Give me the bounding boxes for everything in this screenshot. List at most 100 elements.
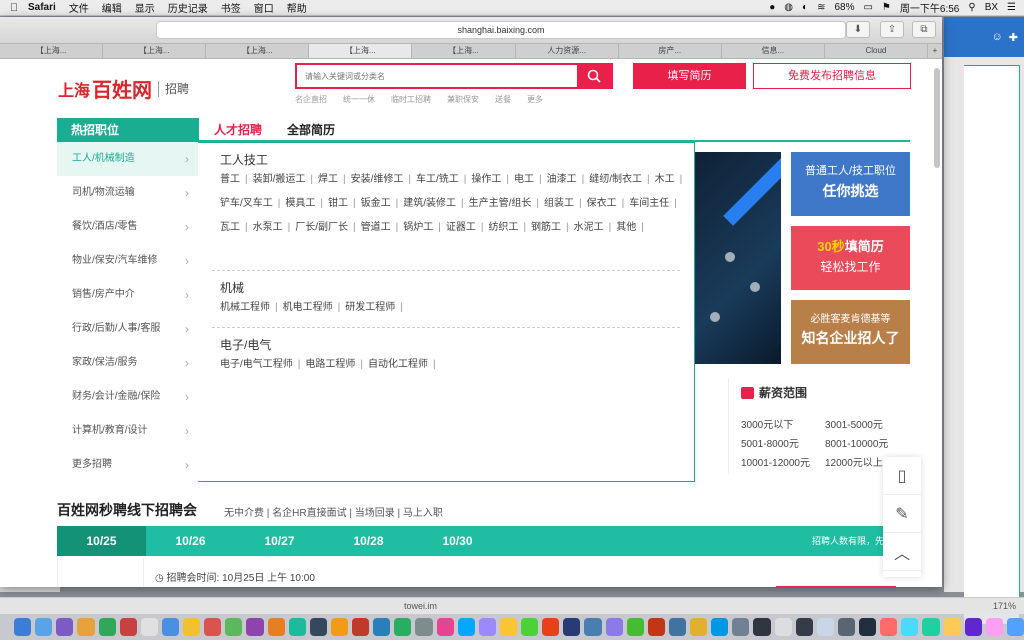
job-link[interactable]: 钢筋工 bbox=[531, 216, 561, 240]
job-link[interactable]: 普工 bbox=[220, 168, 240, 192]
promo-banner[interactable] bbox=[695, 152, 781, 364]
apple-menu-icon[interactable]:  bbox=[0, 2, 28, 14]
status-wifi-icon[interactable]: ≋ bbox=[817, 2, 825, 13]
dock-app-icon[interactable] bbox=[584, 618, 602, 636]
category-item[interactable]: 更多招聘 › bbox=[57, 448, 199, 482]
category-item[interactable]: 财务/会计/金融/保险 › bbox=[57, 380, 199, 414]
site-logo[interactable]: 上海 百姓网 招聘 bbox=[58, 74, 189, 103]
dock-app-icon[interactable] bbox=[753, 618, 771, 636]
job-link[interactable]: 机电工程师 bbox=[283, 296, 333, 320]
salary-link[interactable]: 5001-8000元 bbox=[741, 435, 825, 450]
job-link[interactable]: 锅炉工 bbox=[403, 216, 433, 240]
status-wechat-icon[interactable]: ◍ bbox=[784, 2, 793, 13]
flag-icon[interactable]: ⚑ bbox=[882, 2, 891, 13]
job-link[interactable]: 水泵工 bbox=[253, 216, 283, 240]
status-cat-icon[interactable]: ● bbox=[769, 2, 775, 13]
category-item[interactable]: 计算机/教育/设计 › bbox=[57, 414, 199, 448]
tab-8[interactable]: 信息... bbox=[722, 44, 825, 58]
notification-icon[interactable]: ☰ bbox=[1007, 2, 1016, 13]
job-link[interactable]: 生产主管/组长 bbox=[469, 192, 532, 216]
menu-window[interactable]: 窗口 bbox=[254, 0, 274, 15]
dock-app-icon[interactable] bbox=[563, 618, 581, 636]
dock-app-icon[interactable] bbox=[859, 618, 877, 636]
ad-famous-companies[interactable]: 必胜客麦肯德基等 知名企业招人了 bbox=[791, 300, 910, 364]
job-link[interactable]: 电工 bbox=[514, 168, 534, 192]
dock-app-icon[interactable] bbox=[225, 618, 243, 636]
job-link[interactable]: 建筑/装修工 bbox=[403, 192, 456, 216]
job-link[interactable]: 证器工 bbox=[446, 216, 476, 240]
salary-link[interactable]: 3000元以下 bbox=[741, 416, 825, 431]
category-item[interactable]: 家政/保洁/服务 › bbox=[57, 346, 199, 380]
menu-app-name[interactable]: Safari bbox=[28, 2, 56, 13]
hotword-link[interactable]: 统一一休 bbox=[343, 94, 375, 105]
category-item[interactable]: 行政/后勤/人事/客服 › bbox=[57, 312, 199, 346]
job-link[interactable]: 水泥工 bbox=[574, 216, 604, 240]
job-link[interactable]: 木工 bbox=[655, 168, 675, 192]
dock-app-icon[interactable] bbox=[521, 618, 539, 636]
salary-link[interactable]: 10001-12000元 bbox=[741, 454, 825, 469]
dock-app-icon[interactable] bbox=[436, 618, 454, 636]
hotword-link[interactable]: 临时工招聘 bbox=[391, 94, 431, 105]
dock-app-icon[interactable] bbox=[690, 618, 708, 636]
nav-hot-jobs[interactable]: 热招职位 bbox=[57, 118, 199, 142]
battery-icon[interactable]: ▭ bbox=[863, 2, 872, 13]
dock-app-icon[interactable] bbox=[816, 618, 834, 636]
tab-2[interactable]: 【上海... bbox=[103, 44, 207, 58]
salary-link[interactable]: 3001-5000元 bbox=[825, 416, 909, 431]
tab-1[interactable]: 【上海... bbox=[0, 44, 104, 58]
dock-app-icon[interactable] bbox=[309, 618, 327, 636]
dock-app-icon[interactable] bbox=[457, 618, 475, 636]
dock-app-icon[interactable] bbox=[373, 618, 391, 636]
tab-9[interactable]: Cloud bbox=[825, 44, 928, 58]
post-job-button[interactable]: 免费发布招聘信息 bbox=[753, 63, 911, 89]
job-link[interactable]: 组装工 bbox=[544, 192, 574, 216]
job-link[interactable]: 操作工 bbox=[471, 168, 501, 192]
job-link[interactable]: 钣金工 bbox=[361, 192, 391, 216]
dock-app-icon[interactable] bbox=[542, 618, 560, 636]
dock-app-icon[interactable] bbox=[795, 618, 813, 636]
spotlight-icon[interactable]: ⚲ bbox=[968, 2, 975, 13]
dock-app-icon[interactable] bbox=[985, 618, 1003, 636]
job-link[interactable]: 纺织工 bbox=[488, 216, 518, 240]
dock-app-icon[interactable] bbox=[246, 618, 264, 636]
dock-app-icon[interactable] bbox=[288, 618, 306, 636]
dock-app-icon[interactable] bbox=[119, 618, 137, 636]
dock-app-icon[interactable] bbox=[14, 618, 32, 636]
menu-file[interactable]: 文件 bbox=[69, 0, 89, 15]
dock-app-icon[interactable] bbox=[161, 618, 179, 636]
dock-app-icon[interactable] bbox=[35, 618, 53, 636]
category-item[interactable]: 工人/机械制造 › bbox=[57, 142, 199, 176]
dock-app-icon[interactable] bbox=[77, 618, 95, 636]
job-link[interactable]: 瓦工 bbox=[220, 216, 240, 240]
dock-app-icon[interactable] bbox=[837, 618, 855, 636]
job-link[interactable]: 研发工程师 bbox=[345, 296, 395, 320]
page-scrollbar[interactable] bbox=[934, 68, 940, 168]
ad-fill-resume[interactable]: 30秒填简历 轻松找工作 bbox=[791, 226, 910, 290]
dock-app-icon[interactable] bbox=[415, 618, 433, 636]
job-link[interactable]: 模具工 bbox=[285, 192, 315, 216]
dock-app-icon[interactable] bbox=[943, 618, 961, 636]
dock-app-icon[interactable] bbox=[668, 618, 686, 636]
tab-3[interactable]: 【上海... bbox=[206, 44, 310, 58]
menu-bookmarks[interactable]: 书签 bbox=[221, 0, 241, 15]
dock-app-icon[interactable] bbox=[140, 618, 158, 636]
category-item[interactable]: 餐饮/酒店/零售 › bbox=[57, 210, 199, 244]
job-link[interactable]: 保衣工 bbox=[587, 192, 617, 216]
dock-app-icon[interactable] bbox=[605, 618, 623, 636]
dock-app-icon[interactable] bbox=[98, 618, 116, 636]
date-tab[interactable]: 10/28 bbox=[324, 526, 413, 556]
tabs-overview-button[interactable]: ⧉ bbox=[912, 21, 936, 38]
address-bar[interactable]: shanghai.baixing.com bbox=[156, 21, 846, 39]
job-link[interactable]: 厂长/副厂长 bbox=[295, 216, 348, 240]
date-tab[interactable]: 10/25 bbox=[57, 526, 146, 556]
dock-app-icon[interactable] bbox=[499, 618, 517, 636]
dock-app-icon[interactable] bbox=[267, 618, 285, 636]
nav-all-resume[interactable]: 全部简历 bbox=[287, 118, 335, 142]
category-item[interactable]: 司机/物流运输 › bbox=[57, 176, 199, 210]
tab-5[interactable]: 【上海... bbox=[412, 44, 516, 58]
downloads-button[interactable]: ⬇ bbox=[846, 21, 870, 38]
tab-4-active[interactable]: 【上海... bbox=[309, 44, 413, 58]
job-link[interactable]: 电路工程师 bbox=[305, 353, 355, 377]
dock-app-icon[interactable] bbox=[964, 618, 982, 636]
job-link[interactable]: 安装/维修工 bbox=[351, 168, 404, 192]
